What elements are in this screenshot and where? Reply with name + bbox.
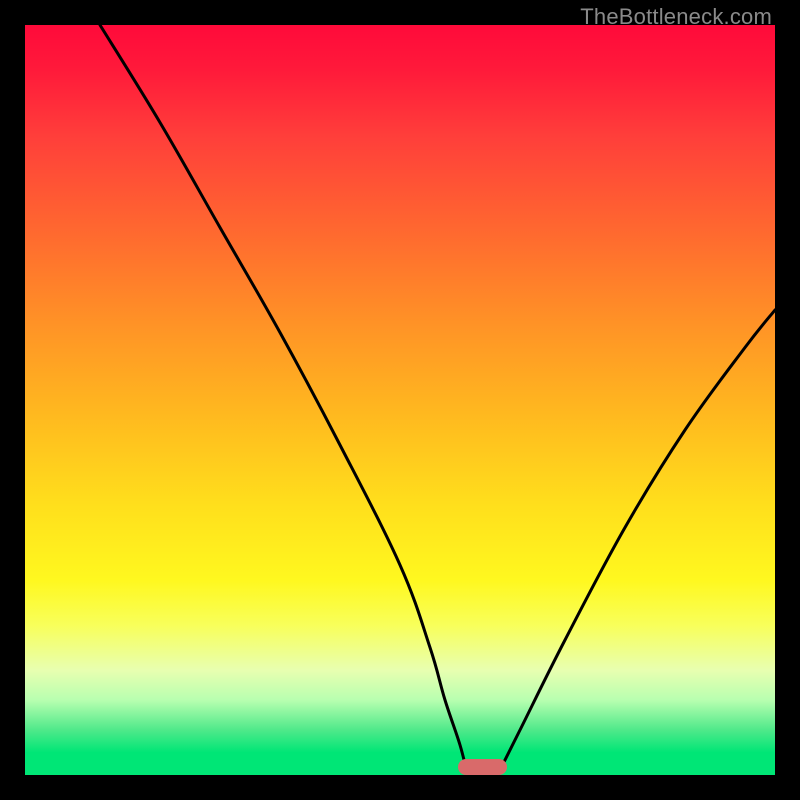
bottleneck-marker — [458, 759, 507, 776]
plot-area — [25, 25, 775, 775]
left-curve — [100, 25, 468, 775]
curve-layer — [25, 25, 775, 775]
chart-frame: TheBottleneck.com — [0, 0, 800, 800]
right-curve — [498, 310, 776, 775]
